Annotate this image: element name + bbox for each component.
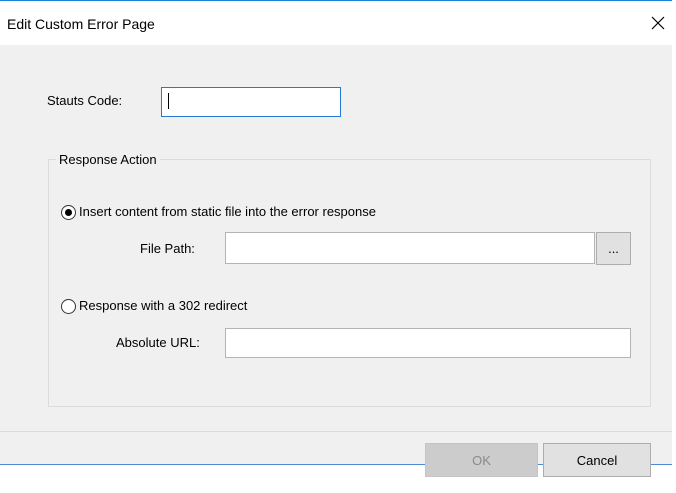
cancel-button-label: Cancel (576, 452, 618, 468)
absolute-url-input[interactable] (225, 328, 631, 358)
browse-button-label: ... (608, 241, 619, 256)
radio-selected-dot (65, 209, 72, 216)
browse-button[interactable]: ... (596, 232, 631, 265)
response-action-legend: Response Action (56, 152, 160, 167)
dialog-title: Edit Custom Error Page (7, 16, 155, 32)
ok-button[interactable]: OK (425, 443, 538, 477)
status-code-label: Stauts Code: (47, 93, 123, 108)
ok-button-label: OK (472, 452, 491, 468)
close-icon (651, 16, 665, 30)
edit-custom-error-page-dialog: Edit Custom Error Page Stauts Code: Resp… (0, 0, 672, 477)
redirect-radio[interactable] (61, 299, 76, 314)
button-area-divider (0, 431, 672, 432)
file-path-input[interactable] (225, 232, 595, 264)
close-button[interactable] (644, 9, 672, 37)
static-file-option-label[interactable]: Insert content from static file into the… (79, 204, 376, 219)
cancel-button[interactable]: Cancel (543, 443, 651, 477)
redirect-option-label[interactable]: Response with a 302 redirect (79, 298, 247, 313)
response-action-group (48, 159, 651, 407)
status-code-input[interactable] (161, 87, 341, 117)
title-bar: Edit Custom Error Page (0, 1, 672, 45)
static-file-radio[interactable] (61, 205, 76, 220)
absolute-url-label: Absolute URL: (116, 335, 200, 350)
text-caret (168, 93, 169, 109)
file-path-label: File Path: (140, 241, 195, 256)
